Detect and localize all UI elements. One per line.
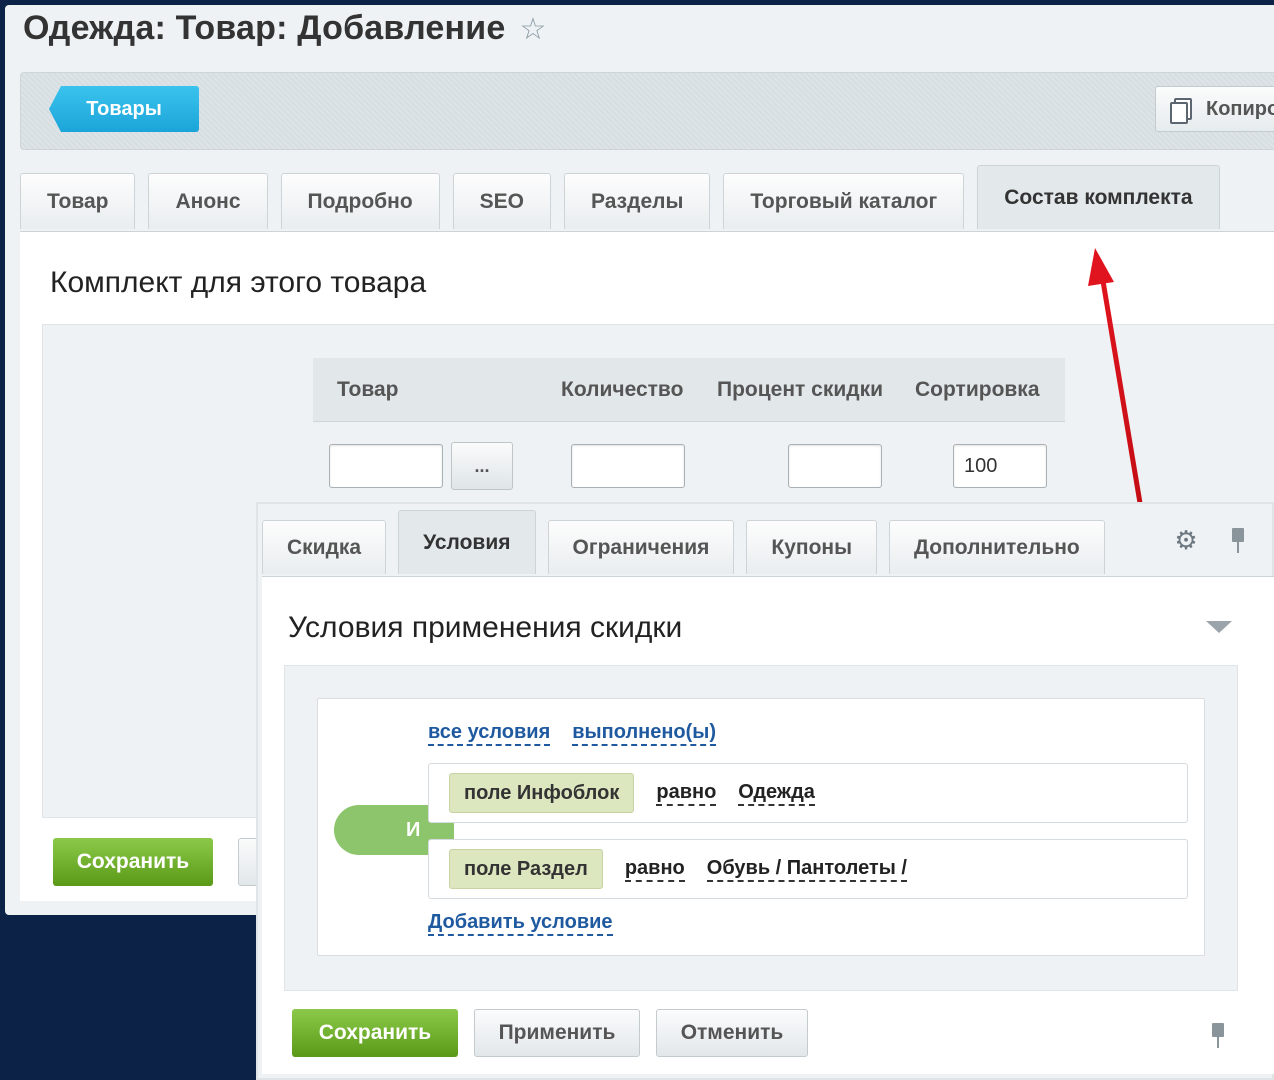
page-title: Одежда: Товар: Добавление ☆ <box>23 9 547 48</box>
conditions-wrap: все условия выполнено(ы) И поле Инфоблок… <box>284 665 1238 991</box>
tab-product[interactable]: Товар <box>20 173 136 229</box>
field-chip-iblock[interactable]: поле Инфоблок <box>449 773 635 813</box>
col-discount-percent: Процент скидки <box>717 377 883 401</box>
gear-icon[interactable]: ⚙ <box>1174 527 1198 553</box>
conditions-box: все условия выполнено(ы) И поле Инфоблок… <box>317 698 1205 956</box>
sort-input[interactable]: 100 <box>953 444 1047 488</box>
back-to-products-button[interactable]: Товары <box>49 86 199 132</box>
apply-button[interactable]: Применить <box>474 1009 640 1057</box>
quantity-input[interactable] <box>571 444 685 488</box>
save-button[interactable]: Сохранить <box>292 1009 458 1057</box>
pin-icon[interactable] <box>1230 528 1246 554</box>
value-link[interactable]: Одежда <box>738 781 815 806</box>
tab-details[interactable]: Подробно <box>280 173 440 229</box>
kit-row: ... 100 <box>313 422 1065 508</box>
value-link[interactable]: Обувь / Пантолеты / <box>706 857 907 882</box>
page-title-text: Одежда: Товар: Добавление <box>23 9 506 47</box>
conditions-title: Условия применения скидки <box>288 611 683 644</box>
tab-discount[interactable]: Скидка <box>262 520 387 574</box>
copy-icon <box>1170 97 1192 124</box>
kit-table-header: Товар Количество Процент скидки Сортиров… <box>313 358 1065 422</box>
col-quantity: Количество <box>561 377 684 401</box>
product-input[interactable] <box>329 444 443 488</box>
save-button[interactable]: Сохранить <box>53 838 213 886</box>
tab-additional[interactable]: Дополнительно <box>889 520 1105 574</box>
tab-trade-catalog[interactable]: Торговый каталог <box>723 173 965 229</box>
tab-coupons[interactable]: Купоны <box>746 520 878 574</box>
pin-icon[interactable] <box>1210 1023 1226 1049</box>
condition-row-section: поле Раздел равно Обувь / Пантолеты / <box>428 839 1188 899</box>
main-tabs: Товар Анонс Подробно SEO Разделы Торговы… <box>20 165 1233 231</box>
copy-button[interactable]: Копиро <box>1155 86 1274 132</box>
discount-input[interactable] <box>788 444 882 488</box>
col-sort: Сортировка <box>915 377 1040 401</box>
condition-row-iblock: поле Инфоблок равно Одежда <box>428 763 1188 823</box>
select-product-button[interactable]: ... <box>451 442 513 490</box>
add-condition-link[interactable]: Добавить условие <box>428 911 613 936</box>
toolbar: Товары Копиро <box>20 72 1274 150</box>
copy-button-label: Копиро <box>1206 97 1274 120</box>
cancel-button[interactable]: Отменить <box>656 1009 808 1057</box>
discount-panel: Скидка Условия Ограничения Купоны Дополн… <box>256 502 1274 1080</box>
col-product: Товар <box>337 377 399 401</box>
tab-kit-composition[interactable]: Состав комплекта <box>977 165 1220 229</box>
tab-sections[interactable]: Разделы <box>564 173 711 229</box>
tab-conditions[interactable]: Условия <box>398 510 536 574</box>
kit-section-title: Комплект для этого товара <box>50 266 427 299</box>
all-conditions-link[interactable]: все условия <box>428 721 551 746</box>
fulfilled-link[interactable]: выполнено(ы) <box>572 721 717 746</box>
tab-preview[interactable]: Анонс <box>148 173 268 229</box>
conditions-content: Условия применения скидки все условия вы… <box>262 576 1274 1074</box>
condition-header: все условия выполнено(ы) <box>428 721 717 746</box>
operator-link[interactable]: равно <box>624 857 685 882</box>
tab-limits[interactable]: Ограничения <box>547 520 735 574</box>
field-chip-section[interactable]: поле Раздел <box>449 849 603 889</box>
collapse-icon[interactable] <box>1206 621 1232 633</box>
discount-tabs: Скидка Условия Ограничения Купоны Дополн… <box>262 510 1117 576</box>
operator-link[interactable]: равно <box>656 781 717 806</box>
star-icon[interactable]: ☆ <box>519 13 546 46</box>
tab-seo[interactable]: SEO <box>452 173 552 229</box>
